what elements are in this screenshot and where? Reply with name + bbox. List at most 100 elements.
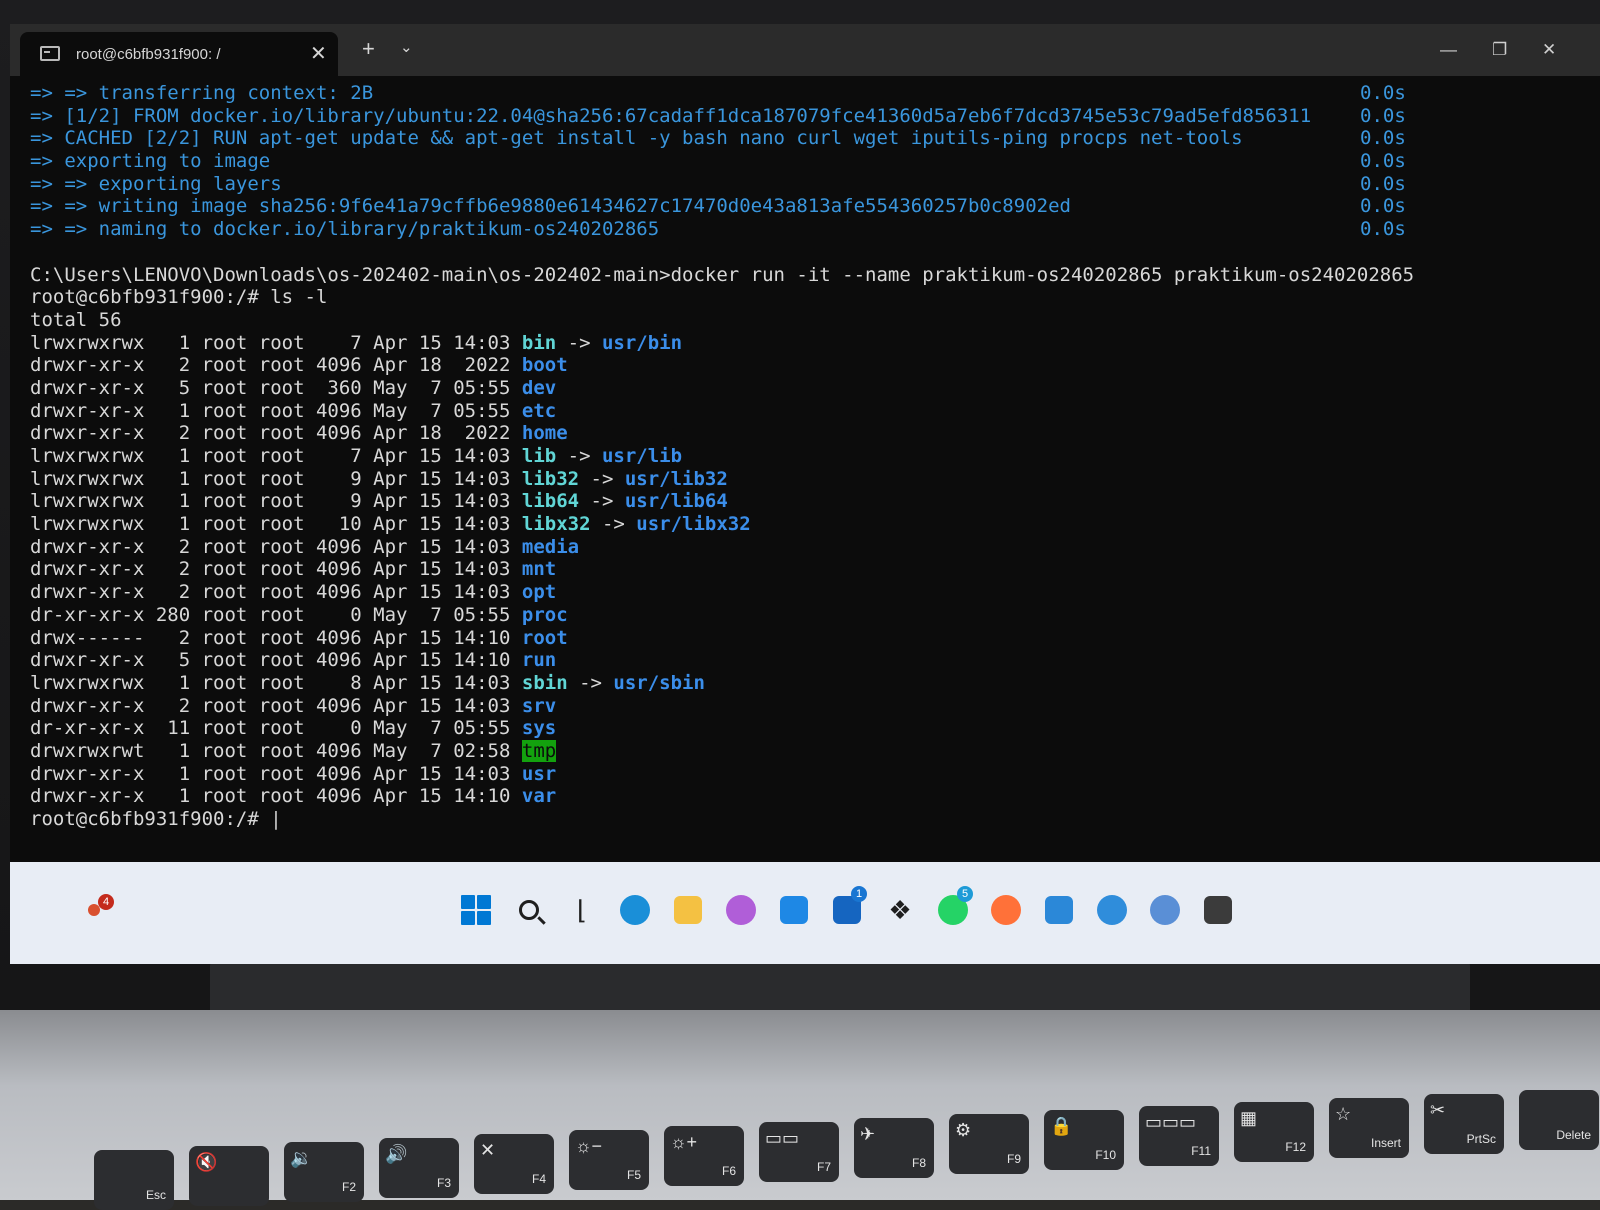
ls-entry-row: dr-xr-xr-x 11 root root 0 May 7 05:55 sy… — [30, 717, 1570, 740]
ls-entry-row: drwxr-xr-x 5 root root 360 May 7 05:55 d… — [30, 377, 1570, 400]
entry-permissions: drwx------ 2 root root 4096 Apr 15 14:10 — [30, 626, 522, 649]
taskbar: 4 ⌊ 1 ❖ 5 — [10, 862, 1600, 964]
ls-entry-row: drwxr-xr-x 2 root root 4096 Apr 18 2022 … — [30, 422, 1570, 445]
key-f5[interactable]: ☼− F5 — [569, 1130, 649, 1190]
photos-icon[interactable] — [1041, 892, 1077, 928]
ls-entry-row: drwxr-xr-x 2 root root 4096 Apr 18 2022 … — [30, 354, 1570, 377]
entry-name: var — [521, 785, 557, 808]
build-output-line: => => exporting layers 0.0s — [30, 173, 1570, 196]
key-f10[interactable]: 🔒 F10 — [1044, 1110, 1124, 1170]
key-prtsc[interactable]: ✂ PrtSc — [1424, 1094, 1504, 1154]
key-delete[interactable]: Delete — [1519, 1090, 1599, 1150]
copilot-icon[interactable] — [723, 892, 759, 928]
minimize-button[interactable]: — — [1440, 40, 1457, 60]
build-output-line: => => naming to docker.io/library/prakti… — [30, 218, 1570, 241]
build-step-time: 0.0s — [1360, 127, 1406, 150]
entry-permissions: drwxr-xr-x 2 root root 4096 Apr 18 2022 — [30, 422, 522, 445]
link-target: usr/sbin — [613, 671, 705, 694]
build-output-line: => exporting to image 0.0s — [30, 150, 1570, 173]
key-insert[interactable]: ☆ Insert — [1329, 1098, 1409, 1158]
key-label: F2 — [341, 1180, 356, 1194]
entry-name: home — [521, 422, 568, 445]
microsoft-store-icon[interactable] — [776, 892, 812, 928]
app-badge: 1 — [851, 886, 867, 902]
key-label: F7 — [816, 1160, 831, 1174]
key-f3[interactable]: 🔊 F3 — [379, 1138, 459, 1198]
function-key-row: Esc 🔇 🔉 F2 🔊 F3 ✕ F4 ☼− F5 ☼+ F6 ▭▭ F7 ✈ F8 ⚙ F9 🔒 F10 ▭▭▭ F1… — [80, 1080, 1600, 1210]
entry-permissions: dr-xr-xr-x 11 root root 0 May 7 05:55 — [30, 717, 522, 740]
close-window-button[interactable]: ✕ — [1542, 40, 1556, 60]
link-target: usr/lib32 — [624, 467, 728, 490]
ls-entry-row: drwxr-xr-x 2 root root 4096 Apr 15 14:03… — [30, 536, 1570, 559]
ls-entry-row: drwxr-xr-x 2 root root 4096 Apr 15 14:03… — [30, 695, 1570, 718]
key-f9[interactable]: ⚙ F9 — [949, 1114, 1029, 1174]
entry-name: lib64 — [521, 490, 580, 513]
lenovo-vantage-icon[interactable]: 1 — [829, 886, 867, 928]
key-symbol: ▦ — [1240, 1108, 1258, 1128]
ls-total: total 56 — [30, 308, 122, 331]
entry-permissions: drwxr-xr-x 2 root root 4096 Apr 15 14:03 — [30, 581, 522, 604]
entry-permissions: drwxr-xr-x 2 root root 4096 Apr 15 14:03 — [30, 535, 522, 558]
dropbox-icon[interactable]: ❖ — [882, 892, 918, 928]
ls-entry-row: drwxr-xr-x 1 root root 4096 Apr 15 14:03… — [30, 763, 1570, 786]
key-symbol: ⚙ — [955, 1120, 972, 1140]
terminal-tab[interactable]: root@c6bfb931f900: / ✕ — [20, 32, 338, 76]
link-arrow: -> — [556, 331, 602, 354]
terminal-output[interactable]: => => transferring context: 2B 0.0s => [1/… — [30, 82, 1570, 872]
entry-name: run — [521, 649, 557, 672]
key-label: F10 — [1095, 1148, 1116, 1162]
edge-icon[interactable] — [617, 892, 653, 928]
terminal-tab-bar: root@c6bfb931f900: / ✕ + ⌄ — ❐ ✕ — [10, 24, 1600, 76]
ls-entry-row: lrwxrwxrwx 1 root root 9 Apr 15 14:03 li… — [30, 468, 1570, 491]
ls-entry-row: drwxr-xr-x 5 root root 4096 Apr 15 14:10… — [30, 649, 1570, 672]
key-f2[interactable]: 🔉 F2 — [284, 1142, 364, 1202]
ls-entry-row: drwxr-xr-x 2 root root 4096 Apr 15 14:03… — [30, 581, 1570, 604]
new-tab-button[interactable]: + — [362, 36, 375, 62]
link-arrow: -> — [567, 671, 614, 694]
terminal-tab-icon — [40, 46, 60, 61]
key-mute[interactable]: 🔇 — [189, 1146, 269, 1206]
whatsapp-icon[interactable]: 5 — [935, 886, 973, 928]
key-label: F6 — [721, 1164, 736, 1178]
task-view-icon[interactable]: ⌊ — [564, 892, 600, 928]
entry-name: libx32 — [521, 513, 591, 536]
weather-icon[interactable]: 4 — [82, 894, 116, 932]
notification-badge: 4 — [98, 894, 114, 910]
key-esc[interactable]: Esc — [94, 1150, 174, 1210]
build-step-time: 0.0s — [1360, 150, 1406, 173]
terminal-icon[interactable] — [1200, 892, 1236, 928]
tab-close-icon[interactable]: ✕ — [310, 41, 327, 66]
build-output-line: => CACHED [2/2] RUN apt-get update && ap… — [30, 127, 1570, 150]
link-arrow: -> — [579, 467, 625, 490]
entry-permissions: lrwxrwxrwx 1 root root 7 Apr 15 14:03 — [30, 331, 522, 354]
link-arrow: -> — [556, 445, 602, 467]
key-f6[interactable]: ☼+ F6 — [664, 1126, 744, 1186]
key-f12[interactable]: ▦ F12 — [1234, 1102, 1314, 1162]
entry-permissions: drwxr-xr-x 1 root root 4096 Apr 15 14:10 — [30, 785, 522, 808]
entry-name: bin — [521, 331, 557, 354]
key-f8[interactable]: ✈ F8 — [854, 1118, 934, 1178]
build-step-text: => => writing image sha256:9f6e41a79cffb… — [30, 195, 1071, 218]
key-label: F9 — [1006, 1152, 1021, 1166]
entry-permissions: dr-xr-xr-x 280 root root 0 May 7 05:55 — [30, 603, 522, 626]
entry-name: proc — [521, 603, 568, 626]
key-label: F4 — [531, 1172, 546, 1186]
build-output-line: => => writing image sha256:9f6e41a79cffb… — [30, 195, 1570, 218]
key-f11[interactable]: ▭▭▭ F11 — [1139, 1106, 1219, 1166]
app-circle-icon[interactable] — [1147, 892, 1183, 928]
maximize-button[interactable]: ❐ — [1492, 40, 1507, 60]
file-explorer-icon[interactable] — [670, 892, 706, 928]
entry-permissions: lrwxrwxrwx 1 root root 9 Apr 15 14:03 — [30, 490, 522, 513]
cloud-app-icon[interactable] — [1094, 892, 1130, 928]
entry-permissions: drwxr-xr-x 1 root root 4096 Apr 15 14:03 — [30, 762, 522, 785]
start-icon[interactable] — [458, 892, 494, 928]
search-icon[interactable] — [511, 892, 547, 928]
build-step-time: 0.0s — [1360, 218, 1406, 241]
tab-dropdown-icon[interactable]: ⌄ — [400, 38, 413, 56]
key-symbol: ☆ — [1335, 1104, 1352, 1124]
entry-permissions: drwxr-xr-x 5 root root 4096 Apr 15 14:10 — [30, 649, 522, 672]
key-f7[interactable]: ▭▭ F7 — [759, 1122, 839, 1182]
key-label: Insert — [1370, 1136, 1401, 1150]
key-f4[interactable]: ✕ F4 — [474, 1134, 554, 1194]
firefox-icon[interactable] — [988, 892, 1024, 928]
